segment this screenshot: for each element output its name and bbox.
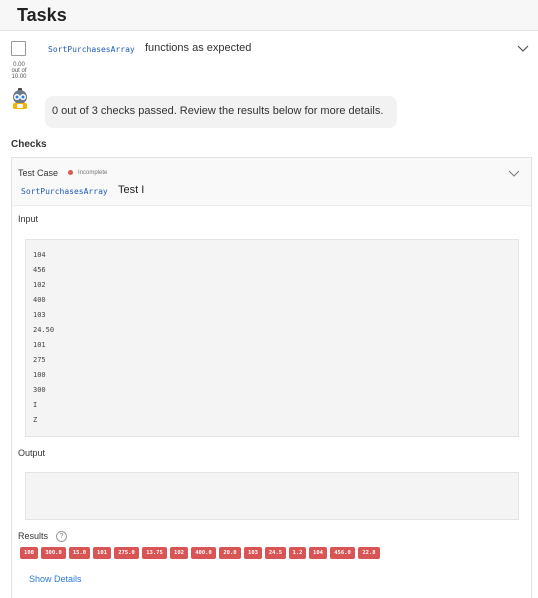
input-line: 275 xyxy=(33,356,46,364)
result-badge: 102 xyxy=(170,547,188,559)
input-line: 102 xyxy=(33,281,46,289)
page-title: Tasks xyxy=(17,5,67,25)
results-label: Results xyxy=(18,531,49,541)
test-case-name: Test I xyxy=(118,184,145,196)
status-badge: Incomplete xyxy=(78,170,108,176)
input-line: 24.50 xyxy=(33,326,55,334)
bot-message-text: 0 out of 3 checks passed. Review the res… xyxy=(52,105,384,117)
result-badge: 1.2 xyxy=(289,547,306,559)
task-checkbox[interactable] xyxy=(11,41,26,56)
test-case-label: Test Case xyxy=(18,168,59,178)
checks-heading: Checks xyxy=(11,139,47,150)
status-dot xyxy=(68,170,73,175)
bot-message-bubble: 0 out of 3 checks passed. Review the res… xyxy=(45,96,397,128)
task-score: 0.00 out of 10.00 xyxy=(6,62,32,80)
result-badge: 103 xyxy=(244,547,262,559)
result-badge: 275.0 xyxy=(114,547,139,559)
result-badge: 22.8 xyxy=(358,547,380,559)
score-max: 10.00 xyxy=(11,74,27,80)
task-row[interactable]: 0.00 out of 10.00 SortPurchasesArray fun… xyxy=(0,31,538,85)
input-code-block: 104 456 102 400 103 24.50 101 275 100 30… xyxy=(25,239,519,437)
chevron-down-icon[interactable] xyxy=(508,170,520,178)
result-badge: 15.0 xyxy=(69,547,90,559)
result-badge: 20.0 xyxy=(219,547,241,559)
result-badge: 100 xyxy=(20,547,38,559)
result-badge: 13.75 xyxy=(142,547,167,559)
test-case-header[interactable]: Test Case Incomplete SortPurchasesArray … xyxy=(12,158,531,206)
result-badge: 101 xyxy=(93,547,111,559)
input-line: 103 xyxy=(33,311,46,319)
test-case-panel: Test Case Incomplete SortPurchasesArray … xyxy=(11,157,532,598)
result-badge: 456.0 xyxy=(330,547,355,559)
help-icon[interactable]: ? xyxy=(56,531,67,542)
result-badge: 24.5 xyxy=(265,547,286,559)
input-line: 100 xyxy=(33,371,46,379)
show-details-link[interactable]: Show Details xyxy=(29,574,82,584)
input-line: I xyxy=(33,401,38,409)
test-case-function-name: SortPurchasesArray xyxy=(21,187,108,196)
task-function-name: SortPurchasesArray xyxy=(48,45,135,54)
input-line: Z xyxy=(33,416,38,424)
page-header: Tasks xyxy=(0,0,538,31)
input-line: 400 xyxy=(33,296,46,304)
chevron-down-icon[interactable] xyxy=(517,45,529,53)
output-label: Output xyxy=(18,448,46,458)
robot-avatar-icon xyxy=(13,88,27,109)
result-badge: 400.0 xyxy=(191,547,216,559)
input-line: 104 xyxy=(33,251,46,259)
input-line: 456 xyxy=(33,266,46,274)
input-label: Input xyxy=(18,214,39,224)
result-badge: 300.0 xyxy=(41,547,66,559)
input-line: 101 xyxy=(33,341,46,349)
task-description: functions as expected xyxy=(145,42,252,54)
input-line: 300 xyxy=(33,386,46,394)
result-badge: 104 xyxy=(309,547,327,559)
output-code-block xyxy=(25,472,519,520)
